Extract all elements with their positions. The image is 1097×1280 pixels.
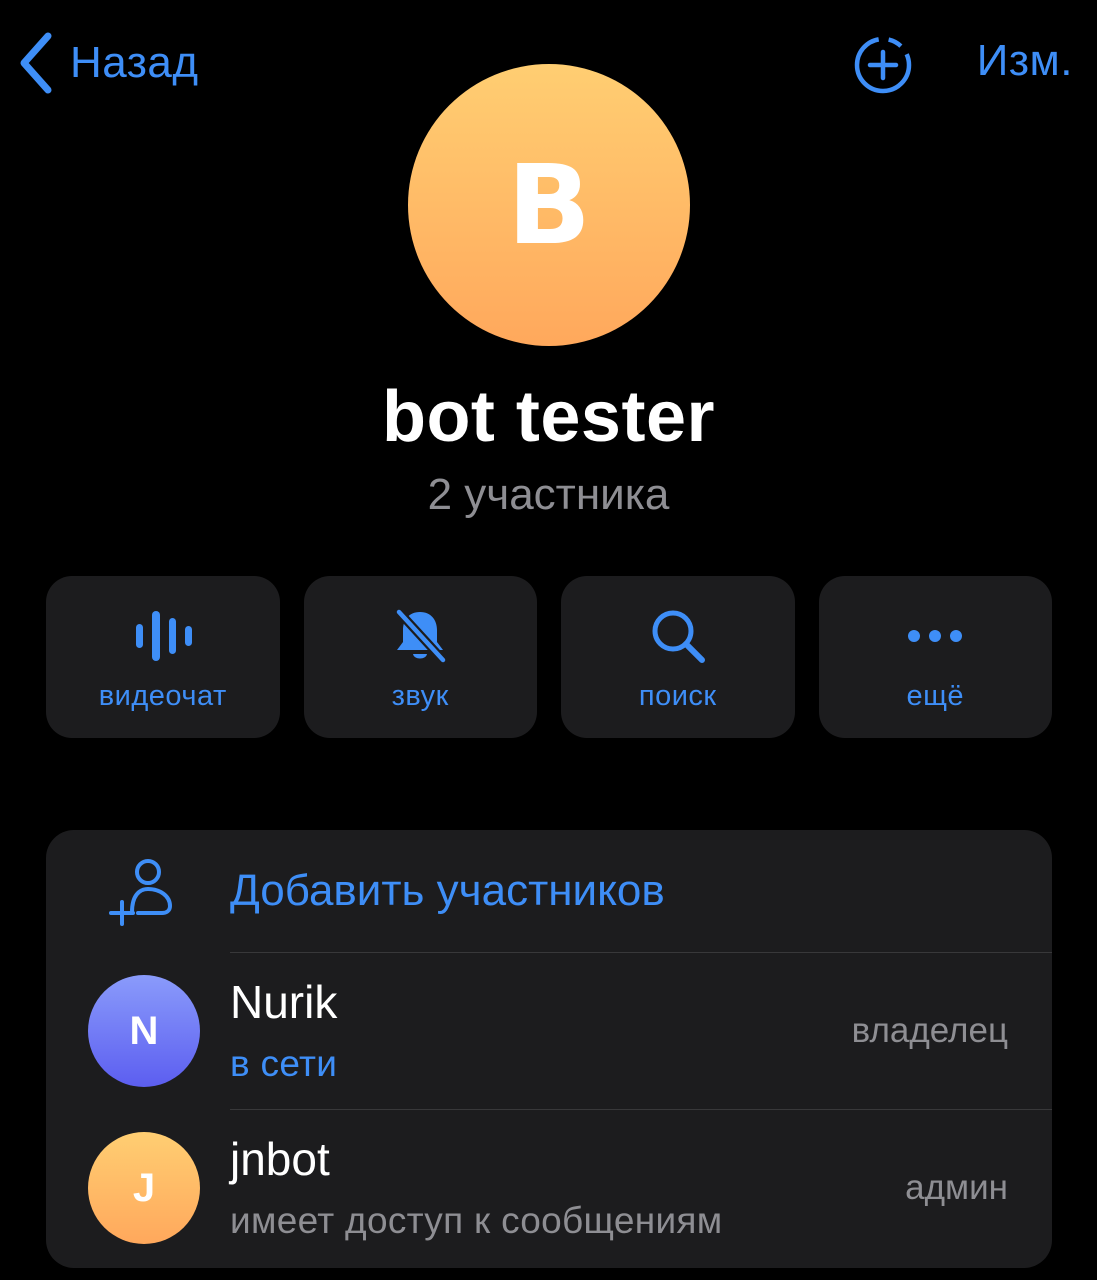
group-avatar-letter: B: [507, 141, 591, 269]
mute-label: звук: [391, 680, 449, 712]
chevron-left-icon: [20, 32, 52, 94]
members-list: Добавить участников N Nurik в сети владе…: [46, 830, 1052, 1268]
back-label: Назад: [70, 38, 199, 87]
bell-slash-icon: [389, 606, 451, 666]
group-name: bot tester: [381, 377, 716, 457]
member-name: jnbot: [230, 1133, 330, 1185]
back-button[interactable]: Назад: [18, 30, 199, 96]
search-icon: [647, 606, 709, 666]
member-status: в сети: [230, 1043, 338, 1084]
voice-chat-icon: [132, 606, 194, 666]
search-button[interactable]: поиск: [561, 576, 795, 738]
member-role: владелец: [851, 1011, 1008, 1050]
more-icon: [904, 606, 966, 666]
member-name: Nurik: [230, 976, 338, 1028]
avatar-letter: N: [129, 1008, 159, 1053]
member-row-jnbot[interactable]: J jnbot имеет доступ к сообщениям админ: [46, 1110, 1052, 1266]
add-story-button[interactable]: [852, 34, 914, 96]
mute-button[interactable]: звук: [303, 576, 537, 738]
voice-chat-label: видеочат: [98, 680, 227, 712]
add-members-button[interactable]: Добавить участников: [46, 830, 1052, 952]
more-button[interactable]: ещё: [818, 576, 1052, 738]
group-avatar[interactable]: B: [408, 64, 690, 346]
avatar: J: [88, 1132, 200, 1244]
add-user-icon: [109, 859, 173, 926]
member-status: имеет доступ к сообщениям: [230, 1200, 723, 1241]
dashed-circle-plus-icon: [854, 36, 912, 94]
member-role: админ: [905, 1168, 1008, 1207]
more-label: ещё: [906, 680, 965, 712]
member-row-nurik[interactable]: N Nurik в сети владелец: [46, 953, 1052, 1109]
voice-chat-button[interactable]: видеочат: [46, 576, 280, 738]
group-info-screen: Назад Изм. B bot tester 2 участника виде…: [0, 0, 1097, 1280]
avatar-letter: J: [132, 1165, 156, 1210]
action-bar: видеочат звук поиск ещё: [46, 576, 1052, 738]
add-members-label: Добавить участников: [230, 866, 665, 915]
members-count: 2 участника: [427, 470, 670, 519]
edit-button[interactable]: Изм.: [977, 36, 1073, 86]
avatar: N: [88, 975, 200, 1087]
search-label: поиск: [638, 680, 717, 712]
